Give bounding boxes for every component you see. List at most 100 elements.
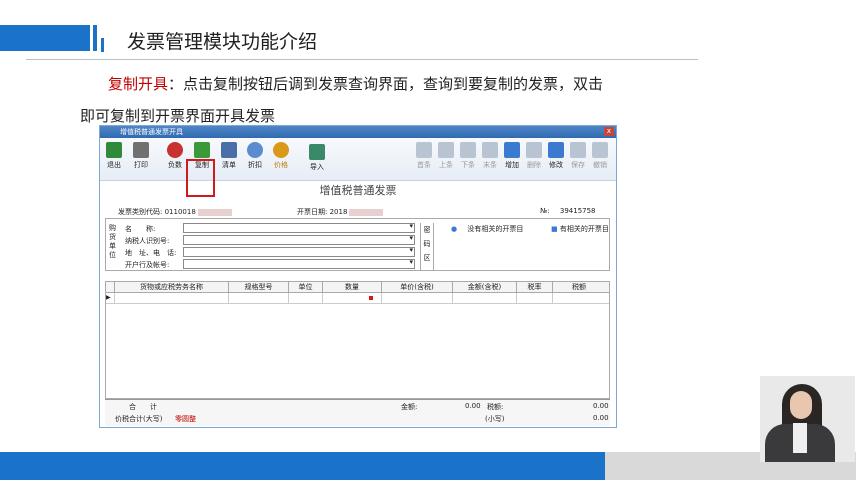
- column-header: 单位: [289, 282, 323, 292]
- small-label: (小写): [485, 415, 505, 423]
- list-icon: [221, 142, 237, 158]
- table-row[interactable]: ▶: [106, 293, 609, 304]
- document-icon: ■: [551, 225, 558, 233]
- invoice-window: 增值税普通发票开具 x 退出 打印 负数 复制 清单 折扣 价格 导入 首条 上…: [99, 125, 617, 428]
- prev-icon: [438, 142, 454, 158]
- invoice-code-value: 0110018: [164, 208, 196, 216]
- password-item-1-label: 没有相关的开票目: [467, 225, 524, 233]
- cancel-icon: [592, 142, 608, 158]
- column-header: 税率: [517, 282, 553, 292]
- exit-button[interactable]: 退出: [102, 142, 126, 170]
- buyer-address-input[interactable]: [183, 246, 415, 257]
- save-label: 保存: [571, 161, 585, 169]
- goods-table: 货物或应税劳务名称 规格型号 单位 数量 单价(含税) 金额(含税) 税率 税额…: [105, 281, 610, 399]
- last-button[interactable]: 末条: [478, 142, 502, 170]
- print-button[interactable]: 打印: [129, 142, 153, 170]
- buyer-name-input[interactable]: [183, 222, 415, 233]
- printer-icon: [133, 142, 149, 158]
- import-icon: [309, 144, 325, 160]
- table-cell[interactable]: [382, 293, 453, 303]
- next-label: 下条: [461, 161, 475, 169]
- negative-icon: [167, 142, 183, 158]
- title-accent-bar-2: [93, 25, 97, 51]
- total-label: 合 计: [129, 403, 157, 411]
- slide-description: 复制开具：点击复制按钮后调到发票查询界面，查询到要复制的发票，双击 即可复制到开…: [80, 68, 710, 132]
- add-button[interactable]: 增加: [500, 142, 524, 170]
- buyer-address-label: 地 址、电 话:: [125, 249, 177, 257]
- import-button[interactable]: 导入: [305, 144, 329, 172]
- redacted-block: [349, 208, 384, 216]
- column-header: 金额(含税): [453, 282, 517, 292]
- delete-button[interactable]: 删除: [522, 142, 546, 170]
- password-item-2[interactable]: ■ 有相关的开票目: [551, 224, 609, 234]
- save-button[interactable]: 保存: [566, 142, 590, 170]
- table-cell[interactable]: [229, 293, 289, 303]
- row-pointer-icon: ▶: [106, 293, 115, 303]
- copy-icon: [194, 142, 210, 158]
- table-cell[interactable]: [553, 293, 605, 303]
- next-button[interactable]: 下条: [456, 142, 480, 170]
- highlight-term: 复制开具: [108, 75, 169, 93]
- buyer-name-label: 名 称:: [125, 225, 156, 233]
- close-icon[interactable]: x: [604, 127, 614, 136]
- buyer-bank-input[interactable]: [183, 258, 415, 269]
- buyer-name-row: 名 称:: [125, 222, 415, 234]
- buyer-taxid-row: 纳税人识别号:: [125, 234, 415, 246]
- invoice-date-label: 开票日期:: [297, 208, 328, 216]
- amount-label: 金额:: [401, 403, 418, 411]
- column-header: 单价(含税): [382, 282, 453, 292]
- presenter-shirt: [793, 423, 807, 453]
- print-label: 打印: [134, 161, 148, 169]
- edit-button[interactable]: 修改: [544, 142, 568, 170]
- buyer-taxid-input[interactable]: [183, 234, 415, 245]
- delete-label: 删除: [527, 161, 541, 169]
- column-header: 税额: [572, 283, 586, 291]
- buyer-section: 购货单位 名 称: 纳税人识别号: 地 址、电 话: 开户行及帐号: 密码区 ●…: [105, 218, 610, 271]
- cancel-button[interactable]: 撤销: [588, 142, 612, 170]
- invoice-date: 开票日期: 2018: [297, 207, 384, 217]
- list-button[interactable]: 清单: [217, 142, 241, 170]
- edit-icon: [548, 142, 564, 158]
- first-label: 首条: [417, 161, 431, 169]
- footer-bar: [0, 452, 605, 480]
- tax-value: 0.00: [593, 402, 609, 410]
- prev-label: 上条: [439, 161, 453, 169]
- bulb-icon: ●: [451, 225, 458, 233]
- presenter-video: [760, 376, 855, 462]
- slide-title: 发票管理模块功能介绍: [127, 31, 318, 53]
- buyer-bank-label: 开户行及帐号:: [125, 261, 170, 269]
- table-cell[interactable]: [323, 293, 382, 303]
- buyer-section-label: 购货单位: [109, 224, 116, 259]
- negative-button[interactable]: 负数: [163, 142, 187, 170]
- buyer-taxid-label: 纳税人识别号:: [125, 237, 170, 245]
- add-label: 增加: [505, 161, 519, 169]
- first-button[interactable]: 首条: [412, 142, 436, 170]
- title-accent-bar-3: [101, 38, 104, 52]
- discount-label: 折扣: [248, 161, 262, 169]
- description-line-1: ：点击复制按钮后调到发票查询界面，查询到要复制的发票，双击: [168, 75, 604, 93]
- buyer-bank-row: 开户行及帐号:: [125, 258, 415, 270]
- import-label: 导入: [310, 163, 324, 171]
- password-section-label: 密码区: [420, 223, 434, 270]
- table-cell[interactable]: [517, 293, 553, 303]
- exit-label: 退出: [107, 161, 121, 169]
- table-cell[interactable]: [115, 293, 229, 303]
- presenter-face: [790, 391, 812, 419]
- row-marker-header: [106, 282, 115, 292]
- table-cell[interactable]: [289, 293, 323, 303]
- cancel-label: 撤销: [593, 161, 607, 169]
- prev-button[interactable]: 上条: [434, 142, 458, 170]
- add-icon: [504, 142, 520, 158]
- toolbar: 退出 打印 负数 复制 清单 折扣 价格 导入 首条 上条 下条 末条 增加 删…: [100, 138, 616, 197]
- edit-label: 修改: [549, 161, 563, 169]
- column-header: 规格型号: [229, 282, 289, 292]
- title-accent-bar: [0, 25, 90, 51]
- invoice-code: 发票类别代码: 0110018: [118, 207, 232, 217]
- password-item-1[interactable]: ● 没有相关的开票目: [451, 224, 523, 234]
- price-button[interactable]: 价格: [269, 142, 293, 170]
- invoice-number-value: 39415758: [559, 207, 596, 215]
- discount-button[interactable]: 折扣: [243, 142, 267, 170]
- total-words-label: 价税合计(大写): [115, 415, 163, 423]
- delete-icon: [526, 142, 542, 158]
- table-cell[interactable]: [453, 293, 517, 303]
